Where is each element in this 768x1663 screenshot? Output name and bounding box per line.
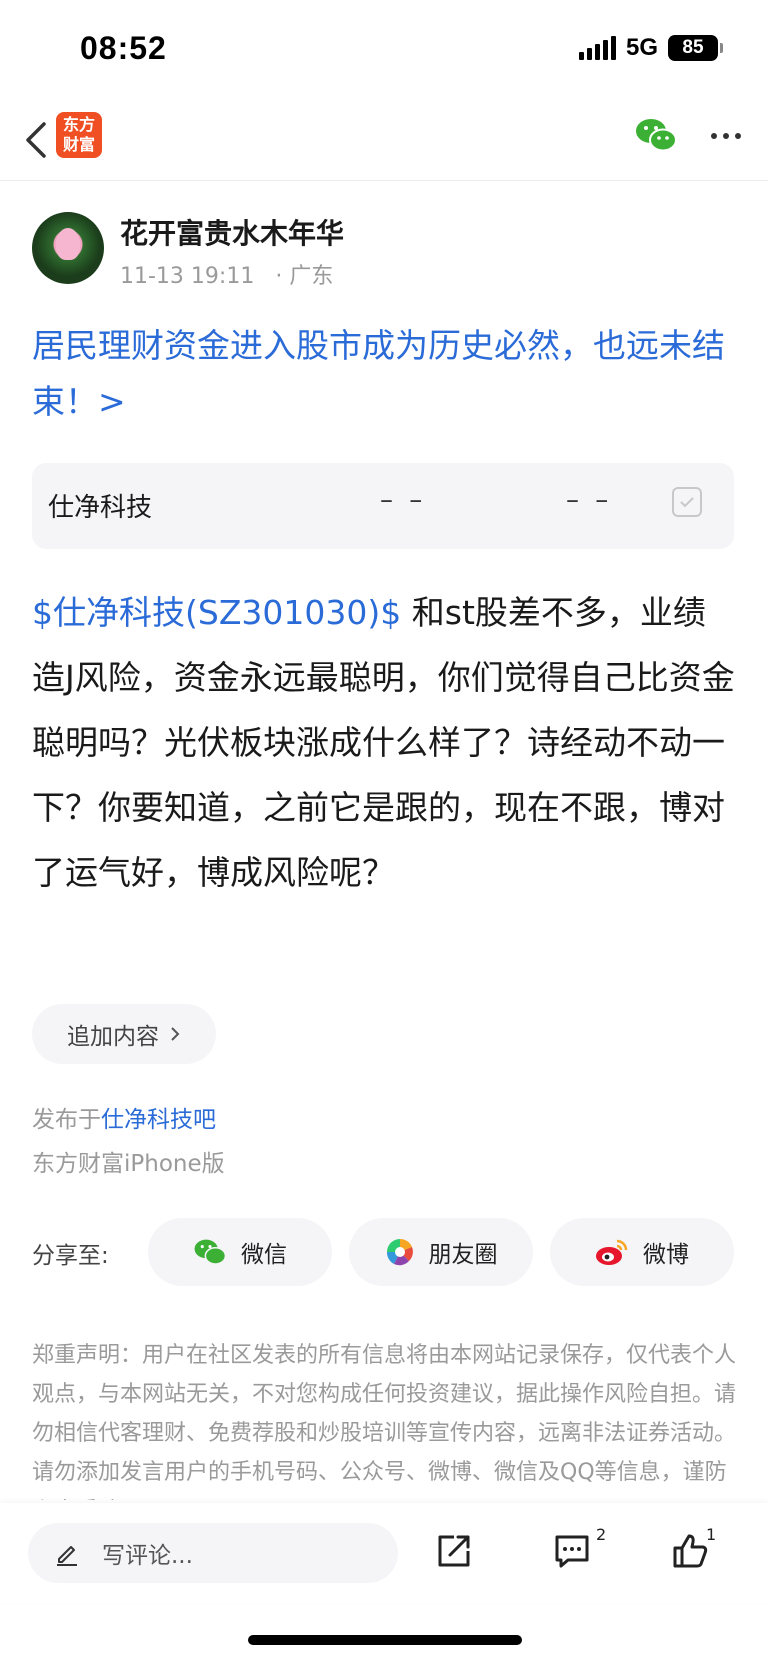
- bottom-bar: 写评论... 2 1: [0, 1503, 768, 1603]
- stock-name: 仕净科技: [48, 493, 153, 523]
- share-moments-button[interactable]: 朋友圈: [349, 1218, 533, 1286]
- signal-icon: [578, 36, 616, 60]
- logo-line2: 财富: [62, 135, 95, 154]
- share-wechat-label: 微信: [241, 1242, 287, 1268]
- share-label: 分享至:: [32, 1243, 109, 1269]
- more-button[interactable]: [706, 124, 746, 148]
- add-content-button[interactable]: 追加内容: [32, 1004, 216, 1064]
- share-moments-label: 朋友圈: [428, 1242, 498, 1268]
- nav-bar: 东方 财富: [0, 100, 768, 181]
- stock-change: – –: [566, 485, 613, 515]
- wechat-share-button[interactable]: [634, 116, 678, 158]
- pencil-icon: [57, 1546, 77, 1566]
- status-indicators: 5G 85: [578, 34, 723, 62]
- chevron-right-icon: [171, 1027, 180, 1041]
- like-button[interactable]: [670, 1531, 710, 1575]
- client-source: 东方财富iPhone版: [32, 1151, 225, 1177]
- post-location: 广东: [289, 264, 334, 289]
- stock-tag-link[interactable]: $仕净科技(SZ301030)$: [32, 593, 401, 632]
- status-bar: 08:52 5G 85: [0, 0, 768, 100]
- share-weibo-label: 微博: [643, 1242, 689, 1268]
- share-wechat-button[interactable]: 微信: [148, 1218, 332, 1286]
- author-header: 花开富贵水木年华 11-13 19:11 · 广东: [32, 210, 732, 290]
- post-meta: 11-13 19:11 · 广东: [120, 258, 333, 290]
- lotus-icon: [56, 228, 80, 260]
- weibo-icon: [596, 1239, 628, 1265]
- like-count: 1: [706, 1525, 717, 1544]
- share-weibo-button[interactable]: 微博: [550, 1218, 734, 1286]
- share-icon: [438, 1535, 470, 1567]
- wechat-icon: [636, 119, 677, 152]
- post-title[interactable]: 居民理财资金进入股市成为历史必然，也远未结束！>: [32, 318, 738, 430]
- chevron-left-icon: [26, 122, 46, 158]
- add-watchlist-button[interactable]: [672, 487, 702, 517]
- post-time: 11-13 19:11: [120, 264, 255, 289]
- moments-icon: [386, 1239, 413, 1266]
- author-name[interactable]: 花开富贵水木年华: [120, 212, 344, 252]
- comment-icon: [555, 1535, 589, 1568]
- more-dots-icon: [711, 133, 741, 139]
- status-time: 08:52: [80, 30, 167, 66]
- battery-icon: 85: [668, 35, 723, 61]
- comment-input[interactable]: 写评论...: [28, 1523, 398, 1583]
- network-type: 5G: [625, 34, 658, 61]
- avatar[interactable]: [32, 212, 104, 284]
- checkbox-icon: [680, 497, 694, 508]
- published-in: 发布于仕净科技吧: [32, 1100, 216, 1134]
- app-logo[interactable]: 东方 财富: [56, 112, 102, 158]
- comments-button[interactable]: [552, 1531, 592, 1575]
- logo-line1: 东方: [62, 115, 95, 134]
- post-body-text: 和st股差不多，业绩造J风险，资金永远最聪明，你们觉得自己比资金聪明吗？光伏板块…: [32, 593, 735, 892]
- add-content-label: 追加内容: [67, 1024, 159, 1050]
- bar-link[interactable]: 仕净科技吧: [101, 1107, 216, 1133]
- thumbs-up-icon: [673, 1534, 708, 1568]
- share-button[interactable]: [434, 1531, 474, 1575]
- back-button[interactable]: [18, 118, 58, 162]
- meta-separator: ·: [275, 264, 283, 289]
- disclaimer: 郑重声明：用户在社区发表的所有信息将由本网站记录保存，仅代表个人观点，与本网站无…: [32, 1343, 737, 1500]
- comment-placeholder: 写评论...: [102, 1543, 193, 1569]
- home-indicator[interactable]: [248, 1635, 522, 1645]
- post-body: $仕净科技(SZ301030)$ 和st股差不多，业绩造J风险，资金永远最聪明，…: [32, 580, 738, 905]
- published-prefix: 发布于: [32, 1107, 101, 1133]
- comment-count: 2: [596, 1525, 607, 1544]
- wechat-icon: [194, 1239, 227, 1265]
- stock-price: – –: [380, 485, 427, 515]
- stock-card[interactable]: 仕净科技 – – – –: [32, 463, 734, 549]
